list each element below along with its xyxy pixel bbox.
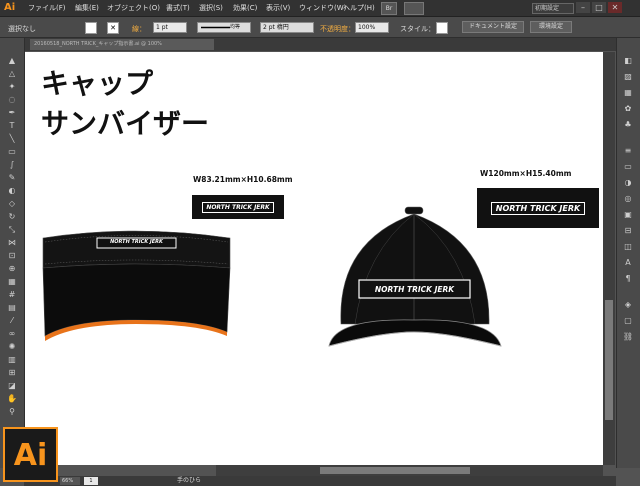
variable-width-profile[interactable]: 均等: [197, 22, 251, 33]
zoom-tool-icon[interactable]: ⚲: [6, 407, 18, 417]
visor-logo-size: W83.21mm×H10.68mm: [193, 175, 293, 184]
width-tool-icon[interactable]: ⋈: [6, 238, 18, 248]
illustrator-logo-icon: Ai: [3, 427, 58, 482]
gradient-panel-icon[interactable]: ▭: [622, 162, 634, 172]
cap-logo-print: NORTH TRICK JERK: [359, 280, 470, 298]
menu-object[interactable]: オブジェクト(O): [107, 3, 160, 13]
gradient-tool-icon[interactable]: ▤: [6, 303, 18, 313]
brush-profile-label: 均等: [230, 24, 241, 30]
artboard-canvas[interactable]: キャップ サンバイザー W83.21mm×H10.68mm NORTH TRIC…: [25, 52, 603, 465]
pathfinder-panel-icon[interactable]: ◫: [622, 242, 634, 252]
fill-swatch[interactable]: [85, 22, 97, 34]
menu-window[interactable]: ウィンドウ(W): [299, 3, 346, 13]
menu-view[interactable]: 表示(V): [266, 3, 290, 13]
eraser-tool-icon[interactable]: ◇: [6, 199, 18, 209]
line-tool-icon[interactable]: ╲: [6, 134, 18, 144]
blob-brush-tool-icon[interactable]: ◐: [6, 186, 18, 196]
menu-select[interactable]: 選択(S): [199, 3, 223, 13]
hand-tool-icon[interactable]: ✋: [6, 394, 18, 404]
symbol-sprayer-tool-icon[interactable]: ✺: [6, 342, 18, 352]
perspective-grid-tool-icon[interactable]: ▦: [6, 277, 18, 287]
rotate-tool-icon[interactable]: ↻: [6, 212, 18, 222]
links-panel-icon[interactable]: ⛓: [622, 332, 634, 342]
visor-logo-spec-text: NORTH TRICK JERK: [202, 201, 274, 213]
transparency-panel-icon[interactable]: ◑: [622, 178, 634, 188]
menu-help[interactable]: ヘルプ(H): [343, 3, 375, 13]
slice-tool-icon[interactable]: ◪: [6, 381, 18, 391]
close-button[interactable]: ✕: [608, 2, 622, 13]
brushes-panel-icon[interactable]: ✿: [622, 104, 634, 114]
direct-selection-tool-icon[interactable]: △: [6, 69, 18, 79]
workspace-switcher[interactable]: 初期設定: [532, 3, 574, 14]
lasso-tool-icon[interactable]: ◌: [6, 95, 18, 105]
magic-wand-tool-icon[interactable]: ✦: [6, 82, 18, 92]
opacity-field[interactable]: 100%: [355, 22, 389, 33]
app-logo-icon: Ai: [4, 2, 16, 13]
stroke-weight-field[interactable]: 1 pt: [153, 22, 187, 33]
menu-edit[interactable]: 編集(E): [75, 3, 99, 13]
symbols-panel-icon[interactable]: ♣: [622, 120, 634, 130]
brush-definition-label: 2 pt 楕円: [263, 24, 289, 31]
swatches-panel-icon[interactable]: ▦: [622, 88, 634, 98]
type-tool-icon[interactable]: T: [6, 121, 18, 131]
vertical-scroll-thumb[interactable]: [605, 300, 613, 420]
arrange-documents-icon[interactable]: [404, 2, 424, 15]
horizontal-scroll-thumb[interactable]: [320, 467, 470, 474]
maximize-button[interactable]: □: [592, 2, 606, 13]
stroke-swatch[interactable]: ✕: [107, 22, 119, 34]
align-panel-icon[interactable]: ⊟: [622, 226, 634, 236]
stroke-label: 線：: [132, 25, 146, 33]
mesh-tool-icon[interactable]: #: [6, 290, 18, 300]
visor-logo-print-text: NORTH TRICK JERK: [110, 239, 163, 245]
color-guide-panel-icon[interactable]: ▨: [622, 72, 634, 82]
artboard-navigation-field[interactable]: 1: [84, 477, 98, 485]
cap-logo-print-text: NORTH TRICK JERK: [374, 284, 455, 294]
color-panel-icon[interactable]: ◧: [622, 56, 634, 66]
title-line-visor: サンバイザー: [41, 107, 210, 140]
document-tab[interactable]: 20160518_NORTH TRICK_キャップ指示書.ai @ 100%: [30, 39, 214, 50]
pencil-tool-icon[interactable]: ✎: [6, 173, 18, 183]
cap-logo-size: W120mm×H15.40mm: [480, 169, 572, 178]
current-tool-status: 手のひら: [177, 477, 202, 484]
menu-effect[interactable]: 効果(C): [233, 3, 257, 13]
brush-definition-field[interactable]: 2 pt 楕円: [260, 22, 314, 33]
eyedropper-tool-icon[interactable]: ⁄: [6, 316, 18, 326]
visor-logo-spec: NORTH TRICK JERK: [192, 195, 284, 219]
status-bar: [24, 476, 616, 486]
menu-file[interactable]: ファイル(F): [28, 3, 66, 13]
paintbrush-tool-icon[interactable]: ∫: [6, 160, 18, 170]
document-setup-button[interactable]: ドキュメント設定: [462, 21, 524, 33]
scale-tool-icon[interactable]: ⤡: [6, 225, 18, 235]
artboards-panel-icon[interactable]: ▢: [622, 316, 634, 326]
column-graph-tool-icon[interactable]: ▥: [6, 355, 18, 365]
preferences-button[interactable]: 環境設定: [530, 21, 572, 33]
appearance-panel-icon[interactable]: ◎: [622, 194, 634, 204]
zoom-level-field[interactable]: 66%: [60, 477, 80, 485]
title-line-cap: キャップ: [41, 67, 154, 100]
selection-status: 選択なし: [8, 25, 36, 33]
stroke-panel-icon[interactable]: ≡: [622, 146, 634, 156]
selection-tool-icon[interactable]: ▲: [6, 56, 18, 66]
artboard-tool-icon[interactable]: ⊞: [6, 368, 18, 378]
rectangle-tool-icon[interactable]: ▭: [6, 147, 18, 157]
graphic-style-swatch[interactable]: [436, 22, 448, 34]
menu-type[interactable]: 書式(T): [166, 3, 190, 13]
graphic-styles-panel-icon[interactable]: ▣: [622, 210, 634, 220]
visor-logo-print: NORTH TRICK JERK: [97, 237, 176, 247]
paragraph-panel-icon[interactable]: ¶: [622, 274, 634, 284]
style-label: スタイル：: [400, 25, 435, 33]
blend-tool-icon[interactable]: ∞: [6, 329, 18, 339]
layers-panel-icon[interactable]: ◈: [622, 300, 634, 310]
panel-dock: [616, 38, 640, 468]
bridge-icon[interactable]: Br: [381, 2, 397, 15]
free-transform-tool-icon[interactable]: ⊡: [6, 251, 18, 261]
character-panel-icon[interactable]: A: [622, 258, 634, 268]
menu-bar: Ai ファイル(F) 編集(E) オブジェクト(O) 書式(T) 選択(S) 効…: [0, 0, 640, 17]
opacity-label: 不透明度：: [320, 25, 355, 33]
minimize-button[interactable]: –: [576, 2, 590, 13]
shape-builder-tool-icon[interactable]: ⊕: [6, 264, 18, 274]
pen-tool-icon[interactable]: ✒: [6, 108, 18, 118]
control-bar: 選択なし ✕ 線： 1 pt 均等 2 pt 楕円 不透明度： 100% スタイ…: [0, 17, 640, 38]
